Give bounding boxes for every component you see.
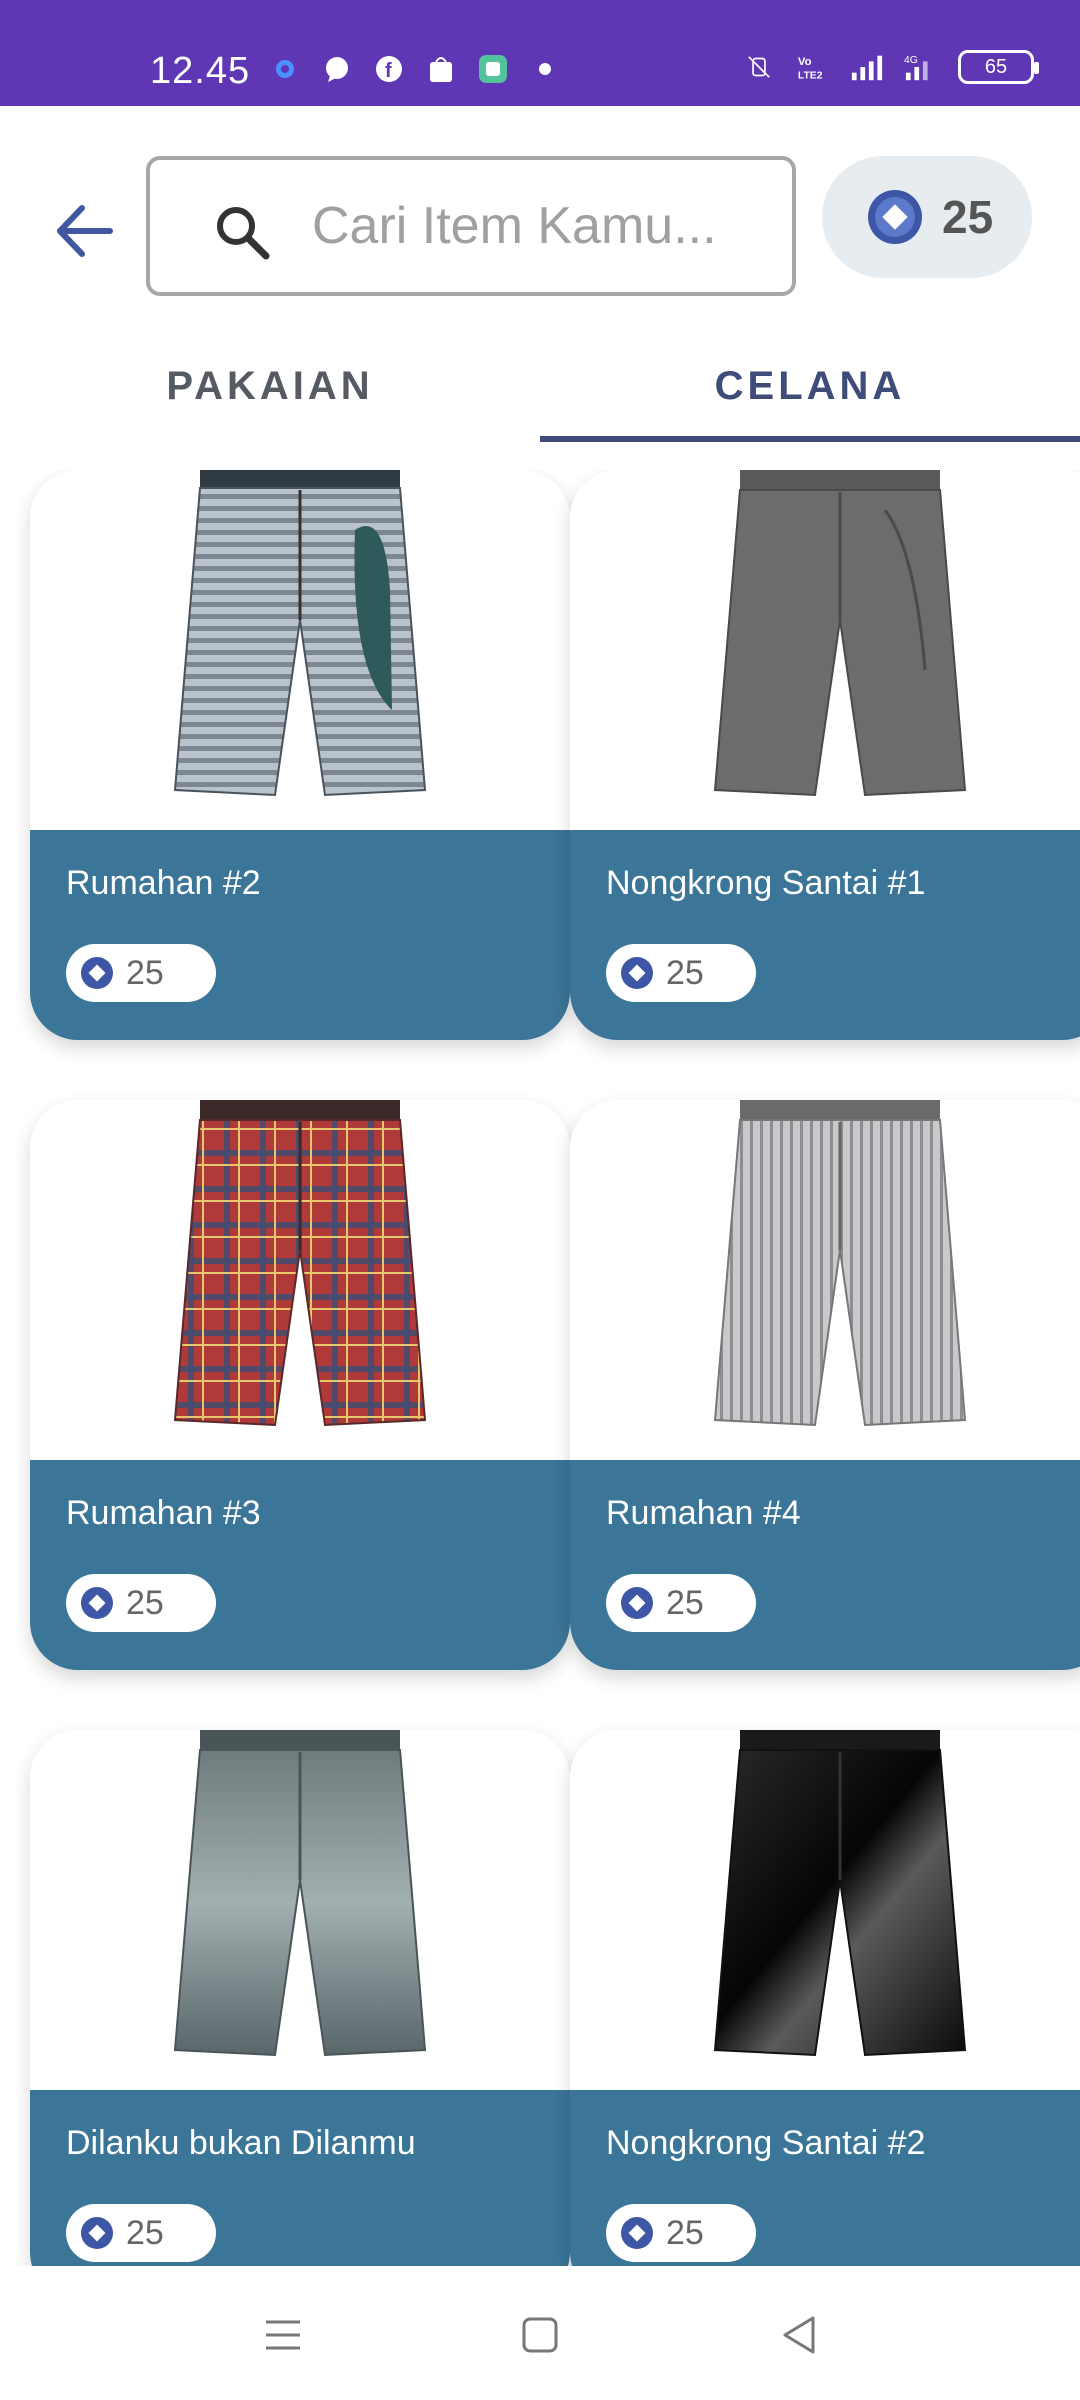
coin-icon — [81, 957, 113, 989]
facebook-icon: f — [372, 52, 406, 86]
home-square-icon — [522, 2317, 558, 2353]
item-title: Nongkrong Santai #2 — [606, 2124, 926, 2162]
item-card[interactable]: Nongkrong Santai #2 25 — [570, 1730, 1080, 2266]
svg-text:Vo: Vo — [798, 56, 812, 68]
tab-pakaian[interactable]: PAKAIAN — [0, 330, 540, 442]
item-image — [570, 1730, 1080, 2090]
arrow-left-icon — [57, 205, 113, 257]
item-price: 25 — [66, 1574, 216, 1632]
item-price-value: 25 — [666, 953, 704, 992]
item-image — [30, 470, 570, 830]
item-grid: Rumahan #2 25 Nongkrong Santai #1 25 Rum… — [0, 470, 1080, 2266]
item-price: 25 — [606, 1574, 756, 1632]
menu-icon — [266, 2320, 300, 2350]
app-icon — [476, 52, 510, 86]
item-card[interactable]: Rumahan #2 25 — [30, 470, 570, 1040]
item-image — [30, 1730, 570, 2090]
item-image — [570, 1100, 1080, 1460]
header: 25 — [0, 106, 1080, 346]
item-price-value: 25 — [126, 953, 164, 992]
item-card[interactable]: Nongkrong Santai #1 25 — [570, 470, 1080, 1040]
status-time: 12.45 — [150, 50, 251, 92]
status-bar: 12.45 f Vo LTE2 4G 65 — [0, 0, 1080, 106]
item-info: Rumahan #2 25 — [30, 830, 570, 1040]
item-card[interactable]: Rumahan #4 25 — [570, 1100, 1080, 1670]
item-info: Rumahan #3 25 — [30, 1460, 570, 1670]
back-button[interactable] — [50, 196, 120, 266]
system-nav-bar — [0, 2266, 1080, 2400]
item-image — [570, 470, 1080, 830]
item-title: Rumahan #3 — [66, 1494, 261, 1532]
item-card[interactable]: Dilanku bukan Dilanmu 25 — [30, 1730, 570, 2266]
battery-indicator: 65 — [958, 50, 1039, 84]
item-price-value: 25 — [126, 1583, 164, 1622]
shop-icon — [424, 52, 458, 86]
item-price: 25 — [606, 2204, 756, 2262]
search-box[interactable] — [146, 156, 796, 296]
back-nav-button[interactable] — [775, 2310, 825, 2360]
svg-text:f: f — [385, 60, 392, 82]
item-info: Nongkrong Santai #2 25 — [570, 2090, 1080, 2266]
item-price-value: 25 — [126, 2213, 164, 2252]
search-input[interactable] — [310, 160, 780, 292]
network-4g-icon: 4G — [904, 50, 938, 84]
tab-celana[interactable]: CELANA — [540, 330, 1080, 442]
coin-icon — [81, 1587, 113, 1619]
coin-icon — [81, 2217, 113, 2249]
item-card[interactable]: Rumahan #3 25 — [30, 1100, 570, 1670]
back-triangle-icon — [783, 2316, 815, 2354]
coin-icon — [868, 190, 922, 244]
coin-balance[interactable]: 25 — [822, 156, 1032, 278]
coin-icon — [621, 1587, 653, 1619]
system-icons: Vo LTE2 4G 65 — [742, 50, 1039, 84]
item-info: Nongkrong Santai #1 25 — [570, 830, 1080, 1040]
item-title: Nongkrong Santai #1 — [606, 864, 926, 902]
search-icon — [217, 207, 270, 260]
settings-icon — [268, 52, 302, 86]
item-info: Dilanku bukan Dilanmu 25 — [30, 2090, 570, 2266]
item-price-value: 25 — [666, 1583, 704, 1622]
item-info: Rumahan #4 25 — [570, 1460, 1080, 1670]
item-price: 25 — [606, 944, 756, 1002]
chat-icon — [320, 52, 354, 86]
dot-icon — [528, 52, 562, 86]
item-image — [30, 1100, 570, 1460]
volte-icon: Vo LTE2 — [796, 50, 830, 84]
coin-balance-value: 25 — [942, 191, 994, 243]
home-button[interactable] — [515, 2310, 565, 2360]
item-title: Rumahan #2 — [66, 864, 261, 902]
coin-icon — [621, 2217, 653, 2249]
notification-icons: f — [268, 52, 562, 86]
item-title: Dilanku bukan Dilanmu — [66, 2124, 416, 2162]
active-tab-indicator — [540, 436, 1080, 442]
menu-button[interactable] — [258, 2310, 308, 2360]
item-price: 25 — [66, 2204, 216, 2262]
svg-text:LTE2: LTE2 — [798, 70, 823, 81]
coin-icon — [621, 957, 653, 989]
signal-icon — [850, 50, 884, 84]
item-price: 25 — [66, 944, 216, 1002]
item-title: Rumahan #4 — [606, 1494, 801, 1532]
svg-text:4G: 4G — [904, 55, 918, 66]
mute-vibrate-icon — [742, 50, 776, 84]
category-tabs: PAKAIAN CELANA — [0, 330, 1080, 442]
battery-level: 65 — [984, 55, 1008, 78]
item-price-value: 25 — [666, 2213, 704, 2252]
